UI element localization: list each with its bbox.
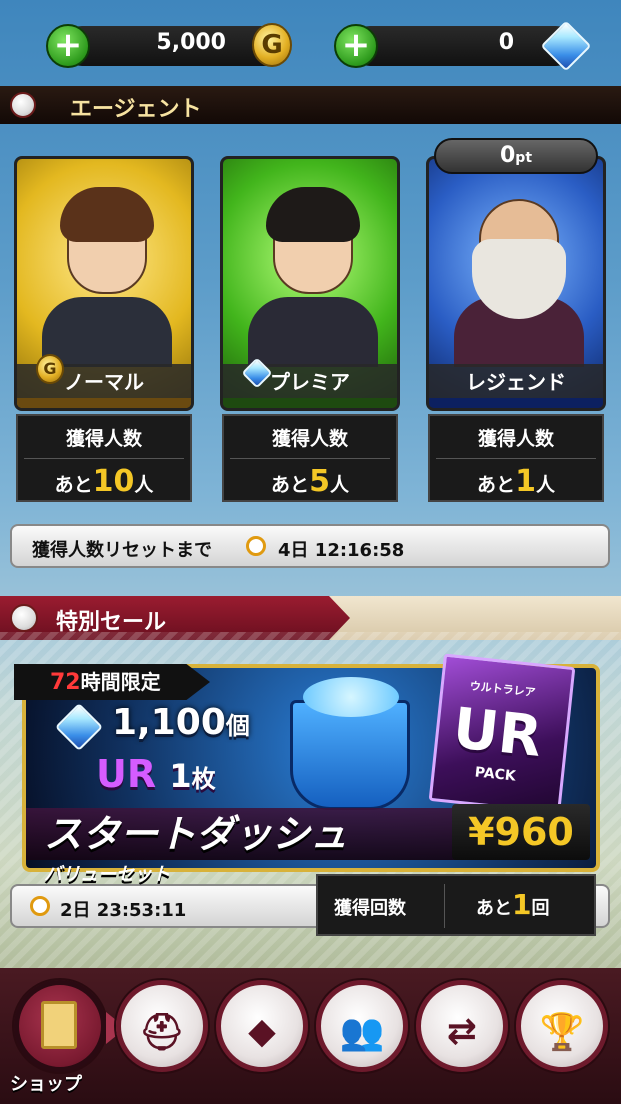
clock-icon [246,536,266,556]
coin-icon: G [252,23,292,67]
trade-icon: ⇄ [446,1011,478,1052]
agent-card-legend[interactable]: レジェンド [426,156,606,411]
agent-body [248,297,378,367]
nav-shop-button[interactable] [14,980,106,1072]
agent-portrait-legend [454,179,584,367]
coin-icon: G [36,354,64,384]
coin-count: 5,000 [156,30,226,55]
nav-shop-label: ショップ [10,1074,82,1095]
ur-pack-image: ウルトラレア UR PACK [428,653,576,815]
add-coins-button[interactable]: + [46,24,90,68]
count-suffix: 人 [134,474,154,496]
baseball-icon [10,604,38,632]
legend-points-value: 0 [499,143,516,168]
got-suffix: 回 [531,898,550,919]
pack-subtitle: バリューセット [44,864,170,885]
got-prefix: あと [476,898,512,919]
divider [444,884,445,928]
banner-ur-count: UR 1枚 [96,752,216,796]
reset-timer-bar: 獲得人数リセットまで 4日 12:16:58 [10,524,610,568]
ur-pack-label: PACK [474,764,517,785]
ur-unit: 枚 [191,765,216,793]
count-number: 1 [515,464,536,499]
agent-hair [60,187,154,242]
gems-amount: 1,100 [112,702,226,743]
helmet-icon: ⛑ [139,1012,185,1053]
limit-tag: 72時間限定 [14,664,210,700]
field-icon: ◆ [248,1011,276,1052]
team-icon: 👥 [339,1012,385,1053]
count-prefix: あと [477,474,516,496]
count-box-premia: 獲得人数 あと5人 [222,414,398,502]
card-strip [223,398,397,408]
count-label: 獲得人数 [477,428,554,450]
gems-unit: 個 [225,712,250,740]
divider [24,458,184,459]
add-gems-button[interactable]: + [334,24,378,68]
count-remaining: あと1人 [430,464,602,499]
agent-body [42,297,172,367]
legend-points-unit: pt [515,150,533,166]
banner-gems-amount: 1,100個 [112,702,250,743]
banner-pack-title: スタートダッシュバリューセット [26,808,456,884]
count-prefix: あと [54,474,93,496]
card-strip [429,398,603,408]
divider [436,458,596,459]
shop-icon [41,1001,77,1049]
nav-field-button[interactable]: ◆ [216,980,308,1072]
agent-name-bar: レジェンド [429,364,603,400]
count-remaining: あと5人 [224,464,396,499]
count-box-normal: 獲得人数 あと10人 [16,414,192,502]
limit-hours: 72 [50,670,81,695]
count-prefix: あと [271,474,310,496]
count-number: 5 [309,464,330,499]
count-label: 獲得人数 [271,428,348,450]
count-suffix: 人 [329,474,349,496]
nav-team-button[interactable]: 👥 [316,980,408,1072]
nav-helmet-button[interactable]: ⛑ [116,980,208,1072]
agent-hair [266,187,360,242]
ur-pack-ur-label: UR [449,696,545,770]
count-label: 獲得人数 [65,428,142,450]
pack-title: スタートダッシュ [44,812,349,856]
got-count-box: 獲得回数 あと1回 [316,874,596,936]
count-box-legend: 獲得人数 あと1人 [428,414,604,502]
gem-count: 0 [498,30,514,55]
card-strip [17,398,191,408]
reset-label: 獲得人数リセットまで [32,540,212,561]
legend-points-badge: 0pt [434,138,598,174]
agent-portrait-premia [248,179,378,367]
nav-trade-button[interactable]: ⇄ [416,980,508,1072]
divider [230,458,390,459]
agent-section-title: エージェント [70,97,202,122]
count-number: 10 [92,464,135,499]
gem-bucket-image [290,677,410,810]
got-remaining: あと1回 [476,888,549,921]
got-number: 1 [512,888,532,921]
nav-trophy-button[interactable]: 🏆 [516,980,608,1072]
ur-pack-small-label: ウルトラレア [469,679,537,700]
agent-section-header: エージェント [0,86,621,124]
trophy-icon: 🏆 [539,1012,585,1053]
price-button[interactable]: ¥960 [452,804,590,860]
count-suffix: 人 [535,474,555,496]
got-label: 獲得回数 [334,898,406,919]
reset-time: 4日 12:16:58 [278,540,405,561]
ur-count: 1 [169,757,192,795]
agent-portrait-normal [42,179,172,367]
count-remaining: あと10人 [18,464,190,499]
ur-label: UR [96,752,157,796]
limit-label: 時間限定 [80,670,161,694]
